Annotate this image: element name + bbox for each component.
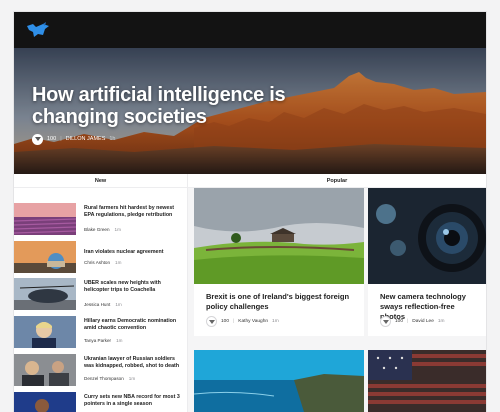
card-time: 1m [437,319,445,324]
news-title[interactable]: Iran violates nuclear agreement [84,249,184,256]
bird-logo-icon[interactable] [26,21,50,39]
separator: | [60,136,62,142]
news-time: 1m [128,376,136,381]
news-thumbnail [14,203,76,235]
popular-card[interactable]: Brexit is one of Ireland's biggest forei… [194,188,364,336]
news-item[interactable]: UBER scales new heights with helicopter … [14,278,188,314]
news-title[interactable]: UBER scales new heights with helicopter … [84,280,184,294]
popular-column: Popular Brexit is one of Ireland's bigge… [188,174,486,412]
news-time: 1m [115,260,122,265]
card-image [194,188,364,284]
popular-column-heading: Popular [188,174,486,188]
news-title[interactable]: Hillary earns Democratic nomination amid… [84,318,184,332]
chevron-down-icon [208,319,215,324]
top-bar [14,12,486,48]
card-meta: 100 | Kathy Vaughn 1m [206,316,279,327]
news-item[interactable]: Ukranian lawyer of Russian soldiers was … [14,354,188,390]
news-item[interactable]: Curry sets new NBA record for most 3 poi… [14,392,188,412]
news-author[interactable]: Denzel Thompason [84,376,124,381]
card-image [368,350,486,412]
hero-feature[interactable]: How artificial intelligence is changing … [14,48,486,174]
news-title[interactable]: Rural farmers hit hardest by newest EPA … [84,205,184,219]
card-time: 1m [272,319,279,324]
card-vote-count: 100 [395,319,404,324]
card-author[interactable]: Kathy Vaughn [238,319,268,324]
news-meta: Tanya Parker 1m [84,338,122,343]
card-image [194,350,364,412]
app-frame: How artificial intelligence is changing … [14,12,486,412]
news-thumbnail [14,392,76,412]
hero-author[interactable]: DILLON JAMES [66,136,106,142]
upvote-button[interactable] [206,316,217,327]
hero-meta: 100 | DILLON JAMES 1h [32,132,115,146]
popular-card[interactable] [368,350,486,412]
news-author[interactable]: Blake Green [84,227,110,232]
news-meta: Chris Ashton 1m [84,260,121,265]
hero-time: 1h [109,136,116,142]
card-vote-count: 100 [221,319,230,324]
news-author[interactable]: Tanya Parker [84,338,111,343]
card-author[interactable]: David Lee [412,319,434,324]
news-item[interactable]: Hillary earns Democratic nomination amid… [14,316,188,352]
separator: | [233,319,235,324]
news-author[interactable]: Jessica Hunt [84,302,110,307]
news-title[interactable]: Ukranian lawyer of Russian soldiers was … [84,356,184,370]
news-time: 1m [114,227,121,232]
hero-vote-count: 100 [47,136,57,142]
news-meta: Blake Green 1m [84,227,121,232]
card-image [368,188,486,284]
news-thumbnail [14,241,76,273]
new-column: New Rural farmers hit hardest by newest … [14,174,188,412]
news-item[interactable]: Iran violates nuclear agreement Chris As… [14,241,188,277]
chevron-down-icon [382,319,389,324]
new-column-heading: New [14,174,187,188]
popular-card[interactable]: New camera technology sways reflection-f… [368,188,486,336]
popular-card[interactable] [194,350,364,412]
separator: | [407,319,409,324]
news-thumbnail [14,278,76,310]
news-meta: Jessica Hunt 1m [84,302,122,307]
news-time: 1m [115,302,122,307]
card-title[interactable]: Brexit is one of Ireland's biggest forei… [206,292,356,312]
news-author[interactable]: Chris Ashton [84,260,110,265]
hero-headline[interactable]: How artificial intelligence is changing … [32,84,332,128]
chevron-down-icon [34,137,41,141]
news-time: 1m [116,338,123,343]
upvote-button[interactable] [32,133,43,145]
news-thumbnail [14,354,76,386]
news-thumbnail [14,316,76,348]
news-meta: Denzel Thompason 1m [84,376,135,381]
card-meta: 100 | David Lee 1m [380,316,445,327]
news-title[interactable]: Curry sets new NBA record for most 3 poi… [84,394,184,408]
news-item[interactable]: Rural farmers hit hardest by newest EPA … [14,203,188,239]
upvote-button[interactable] [380,316,391,327]
